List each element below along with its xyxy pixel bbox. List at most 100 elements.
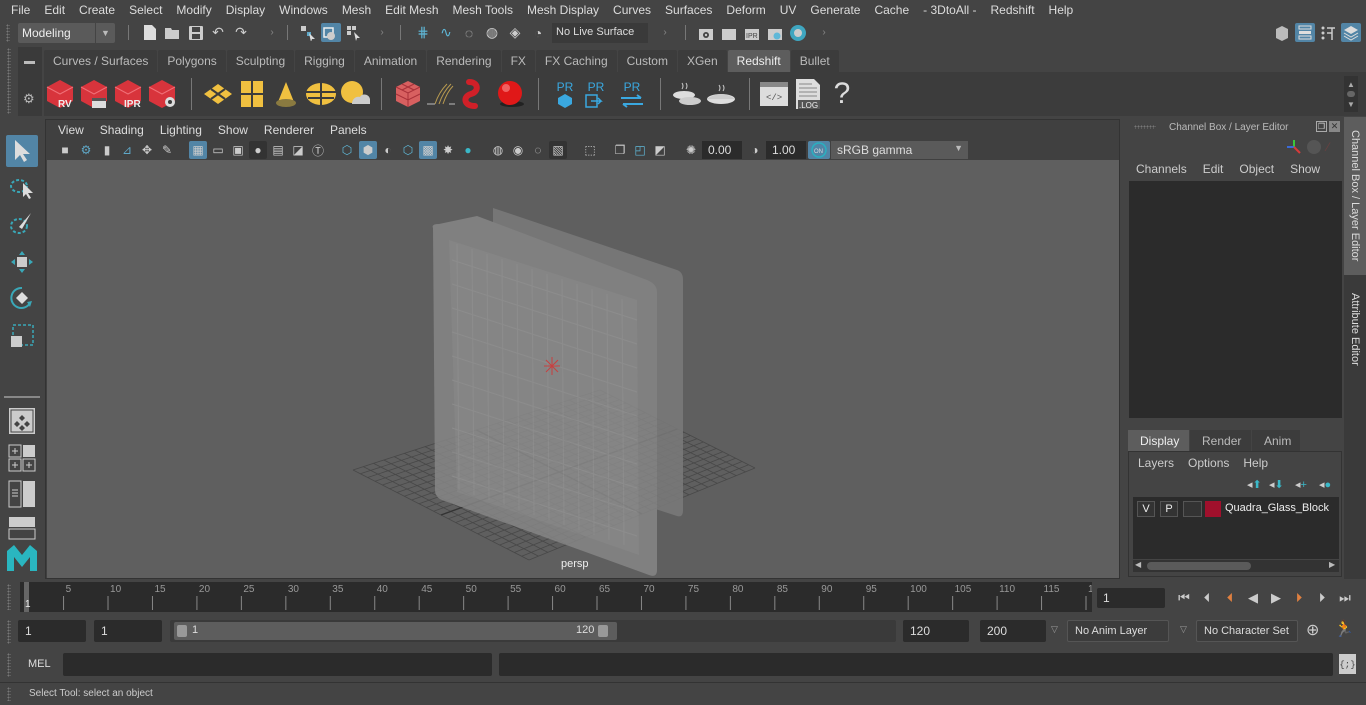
save-scene-icon[interactable]	[186, 23, 206, 42]
grease-pencil-icon[interactable]: ✎	[158, 141, 176, 159]
redshift-batch-render-icon[interactable]	[78, 77, 110, 111]
tab-bullet[interactable]: Bullet	[790, 50, 839, 72]
snap-view-plane-icon[interactable]: ◍	[482, 23, 502, 42]
vp-menu-renderer[interactable]: Renderer	[256, 123, 322, 137]
menu-redshift[interactable]: Redshift	[984, 3, 1042, 17]
paint-select-icon[interactable]	[6, 208, 38, 240]
new-scene-icon[interactable]	[140, 23, 160, 42]
grid-toggle-icon[interactable]: ▦	[189, 141, 207, 159]
scroll-left-icon[interactable]: ◀	[1135, 560, 1141, 569]
layer-visibility-toggle[interactable]: V	[1137, 501, 1155, 517]
menu-surfaces[interactable]: Surfaces	[658, 3, 719, 17]
camera-attributes-icon[interactable]: ⚙	[77, 141, 95, 159]
command-input[interactable]	[63, 653, 492, 676]
scroll-thumb[interactable]	[1147, 562, 1251, 570]
tab-polygons[interactable]: Polygons	[158, 50, 226, 72]
layer-display-type-toggle[interactable]	[1183, 501, 1202, 517]
safe-action-icon[interactable]: ◪	[289, 141, 307, 159]
tab-anim[interactable]: Anim	[1252, 430, 1300, 451]
lasso-select-icon[interactable]	[6, 172, 38, 204]
character-set-dropdown-icon[interactable]: ▽	[1180, 624, 1187, 635]
step-forward-frame-icon[interactable]: ⏵	[1313, 589, 1331, 607]
resolution-gate-icon[interactable]: ▣	[229, 141, 247, 159]
redshift-material-ball-icon[interactable]	[494, 77, 526, 111]
tab-xgen[interactable]: XGen	[677, 50, 727, 72]
vp-menu-lighting[interactable]: Lighting	[152, 123, 210, 137]
pan-zoom-icon[interactable]: ✥	[138, 141, 156, 159]
live-surface-field[interactable]: No Live Surface	[552, 23, 648, 43]
current-frame-field[interactable]: 1	[1097, 588, 1165, 608]
channel-sync-icon[interactable]	[1307, 140, 1321, 154]
tool-settings-icon[interactable]	[1318, 23, 1338, 42]
bake-multiple-icon[interactable]	[670, 77, 702, 111]
camera-select-icon[interactable]: ■	[56, 141, 74, 159]
tab-fx-caching[interactable]: FX Caching	[535, 50, 617, 72]
color-management-toggle[interactable]: ON	[808, 141, 830, 159]
step-back-frame-icon[interactable]: ⏴	[1198, 589, 1216, 607]
layer-menu-layers[interactable]: Layers	[1138, 456, 1174, 470]
render-frame-icon[interactable]	[719, 23, 739, 42]
vp-menu-view[interactable]: View	[50, 123, 92, 137]
gate-mask-icon[interactable]: ●	[249, 141, 267, 159]
menu-uv[interactable]: UV	[773, 3, 804, 17]
help-line-grip[interactable]	[7, 687, 11, 701]
script-editor-icon[interactable]: </>	[758, 77, 790, 111]
attribute-editor-icon[interactable]	[1295, 23, 1315, 42]
proxy-convert-icon[interactable]: PR	[616, 77, 648, 111]
isolate-select-icon[interactable]: ⬚	[581, 141, 599, 159]
toolbar-grip[interactable]	[6, 24, 10, 42]
range-end-handle[interactable]	[598, 625, 608, 637]
go-to-start-icon[interactable]: ⏮	[1175, 589, 1193, 607]
animation-end-field[interactable]: 200	[980, 620, 1046, 642]
close-icon[interactable]: ✕	[1329, 121, 1340, 132]
menu-cache[interactable]: Cache	[867, 3, 916, 17]
motion-blur-icon[interactable]: ◉	[509, 141, 527, 159]
shelf-menu-icon[interactable]	[24, 61, 35, 64]
select-component-icon[interactable]	[344, 23, 364, 42]
xray-icon[interactable]: ❐	[611, 141, 629, 159]
snap-grid-icon[interactable]: ⋕	[413, 23, 433, 42]
field-chart-icon[interactable]: ▤	[269, 141, 287, 159]
command-language-toggle[interactable]: MEL	[28, 658, 51, 670]
menu-set-dropdown[interactable]: Modeling ▼	[18, 23, 115, 43]
layer-menu-help[interactable]: Help	[1243, 456, 1268, 470]
graph-layout-icon[interactable]	[6, 512, 38, 544]
float-panel-icon[interactable]: ❐	[1316, 121, 1327, 132]
rotate-tool-icon[interactable]	[6, 282, 38, 314]
expand-arrow-icon[interactable]: ›	[372, 23, 392, 42]
four-view-layout-icon[interactable]	[6, 442, 38, 474]
menu-help[interactable]: Help	[1042, 3, 1081, 17]
gamma-icon[interactable]: ◑	[746, 141, 764, 159]
make-live-icon[interactable]: ◔	[528, 23, 548, 42]
wireframe-on-shaded-icon[interactable]: ⬡	[399, 141, 417, 159]
xray-components-icon[interactable]: ◩	[651, 141, 669, 159]
go-to-end-icon[interactable]: ⏭	[1336, 589, 1354, 607]
redshift-sun-sky-icon[interactable]	[338, 77, 370, 111]
menu-windows[interactable]: Windows	[272, 3, 335, 17]
select-hierarchy-icon[interactable]	[298, 23, 318, 42]
menu-edit-mesh[interactable]: Edit Mesh	[378, 3, 445, 17]
exposure-icon[interactable]: ✺	[682, 141, 700, 159]
channel-list[interactable]	[1129, 181, 1342, 418]
play-forwards-icon[interactable]: ▶	[1267, 589, 1285, 607]
menu-3dtoall[interactable]: - 3DtoAll -	[916, 3, 983, 17]
tab-sculpting[interactable]: Sculpting	[226, 50, 295, 72]
tab-animation[interactable]: Animation	[354, 50, 427, 72]
play-backwards-icon[interactable]: ◀	[1244, 589, 1262, 607]
redshift-render-view-icon[interactable]: RV	[44, 77, 76, 111]
channel-lock-icon[interactable]: ⁄	[1327, 140, 1329, 154]
channel-box-icon[interactable]	[1341, 23, 1361, 42]
snap-curve-icon[interactable]: ∿	[436, 23, 456, 42]
cb-menu-show[interactable]: Show	[1290, 162, 1320, 176]
bake-single-icon[interactable]	[704, 77, 736, 111]
script-editor-icon[interactable]: {;}	[1339, 654, 1356, 674]
move-layer-up-icon[interactable]: ◂⬆	[1247, 478, 1262, 491]
shelf-grip[interactable]	[7, 48, 11, 114]
scroll-thumb[interactable]	[1347, 91, 1355, 97]
tab-render[interactable]: Render	[1190, 430, 1251, 451]
menu-select[interactable]: Select	[122, 3, 169, 17]
scroll-right-icon[interactable]: ▶	[1329, 560, 1335, 569]
layer-playback-toggle[interactable]: P	[1160, 501, 1178, 517]
range-start-handle[interactable]	[177, 625, 187, 637]
layer-menu-options[interactable]: Options	[1188, 456, 1229, 470]
